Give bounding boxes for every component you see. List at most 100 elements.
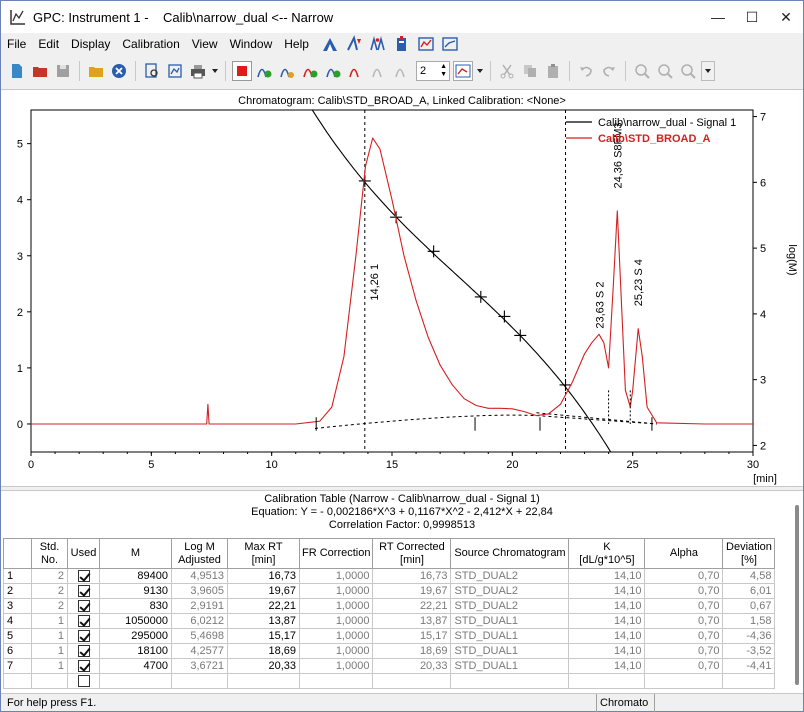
cell-k[interactable]: 14,10 [568, 568, 646, 584]
cell-rt[interactable]: 16,73 [227, 568, 300, 584]
cell-k[interactable]: 14,10 [568, 643, 646, 659]
peak-delete-icon[interactable] [324, 61, 344, 81]
cell-m[interactable]: 830 [99, 598, 172, 614]
peak-edit-icon[interactable] [278, 61, 298, 81]
used-cell[interactable] [67, 628, 100, 644]
cell-dev[interactable]: 4,58 [722, 568, 776, 584]
open-folder-icon[interactable] [30, 61, 50, 81]
used-checkbox[interactable] [77, 615, 90, 628]
narrow-calibration-icon[interactable] [345, 35, 363, 53]
cell-alpha[interactable]: 0,70 [644, 598, 724, 614]
table-row[interactable]: 7 1 4700 3,6721 20,33 1,0000 20,33 STD_DUAL1 14,… [3, 658, 776, 674]
used-checkbox[interactable] [77, 660, 90, 673]
cell-alpha[interactable]: 0,70 [644, 658, 724, 674]
cell-rtc[interactable]: 19,67 [372, 583, 452, 599]
cell-n[interactable]: 6 [3, 643, 32, 659]
peak-baseline-icon[interactable] [347, 61, 367, 81]
cell-fr[interactable]: 1,0000 [298, 628, 374, 644]
cell-m[interactable]: 1050000 [99, 613, 172, 629]
series-spinner[interactable]: 2 ▲ ▼ [416, 61, 450, 81]
cell-m[interactable]: 18100 [99, 643, 172, 659]
cell-std[interactable]: 1 [31, 658, 68, 674]
cell-rtc[interactable]: 15,17 [372, 628, 452, 644]
cell-dev[interactable]: 0,67 [722, 598, 776, 614]
cell-k[interactable]: 14,10 [568, 613, 646, 629]
used-cell[interactable] [67, 598, 100, 614]
table-row[interactable]: 6 1 18100 4,2577 18,69 1,0000 18,69 STD_DUAL1 14… [3, 643, 776, 659]
column-header[interactable]: Alpha [644, 538, 724, 569]
close-button[interactable]: ✕ [769, 1, 803, 33]
cell-rtc[interactable]: 13,87 [372, 613, 452, 629]
cell-logm[interactable]: 5,4698 [171, 628, 228, 644]
cell-dev[interactable]: -4,41 [722, 658, 776, 674]
cell-n[interactable]: 1 [3, 568, 32, 584]
cell-empty[interactable] [298, 673, 374, 689]
spinner-arrows-icon[interactable]: ▲ ▼ [440, 63, 447, 79]
used-cell[interactable] [67, 613, 100, 629]
cell-k[interactable]: 14,10 [568, 583, 646, 599]
cell-std[interactable]: 2 [31, 583, 68, 599]
column-header[interactable]: Deviation [%] [722, 538, 776, 569]
cell-logm[interactable]: 2,9191 [171, 598, 228, 614]
cell-k[interactable]: 14,10 [568, 628, 646, 644]
used-cell[interactable] [67, 643, 100, 659]
column-header[interactable]: RT Corrected [min] [372, 538, 452, 569]
cell-std[interactable]: 1 [31, 643, 68, 659]
chart-options-icon[interactable] [453, 61, 473, 81]
cell-n[interactable]: 2 [3, 583, 32, 599]
cell-logm[interactable]: 4,9513 [171, 568, 228, 584]
cell-fr[interactable]: 1,0000 [298, 568, 374, 584]
cell-std[interactable]: 1 [31, 628, 68, 644]
used-checkbox[interactable] [77, 585, 90, 598]
used-checkbox[interactable] [77, 630, 90, 643]
cell-src[interactable]: STD_DUAL1 [450, 658, 570, 674]
peak-integrate-icon[interactable] [301, 61, 321, 81]
cell-m[interactable]: 295000 [99, 628, 172, 644]
table-row[interactable]: 5 1 295000 5,4698 15,17 1,0000 15,17 STD_DUAL1 1… [3, 628, 776, 644]
close-file-icon[interactable] [109, 61, 129, 81]
cell-k[interactable]: 14,10 [568, 658, 646, 674]
cell-std[interactable]: 1 [31, 613, 68, 629]
cell-fr[interactable]: 1,0000 [298, 583, 374, 599]
column-header[interactable]: Source Chromatogram [450, 538, 570, 569]
cell-fr[interactable]: 1,0000 [298, 643, 374, 659]
cell-m[interactable]: 9130 [99, 583, 172, 599]
cell-rtc[interactable]: 18,69 [372, 643, 452, 659]
mark-houwink-icon[interactable] [417, 35, 435, 53]
used-checkbox[interactable] [77, 600, 90, 613]
column-header[interactable] [3, 538, 32, 569]
new-row[interactable] [3, 673, 776, 689]
maximize-button[interactable]: ☐ [735, 1, 769, 33]
save-icon[interactable] [53, 61, 73, 81]
chromatogram-chart[interactable]: Chromatogram: Calib\STD_BROAD_A, Linked … [1, 90, 803, 487]
cell-empty[interactable] [450, 673, 570, 689]
table-scrollbar[interactable] [793, 505, 801, 685]
menu-window[interactable]: Window [224, 33, 279, 55]
cell-rtc[interactable]: 22,21 [372, 598, 452, 614]
cell-empty[interactable] [171, 673, 228, 689]
cell-rtc[interactable]: 20,33 [372, 658, 452, 674]
cell-empty[interactable] [568, 673, 646, 689]
cell-logm[interactable]: 3,9605 [171, 583, 228, 599]
cell-rt[interactable]: 15,17 [227, 628, 300, 644]
menu-view[interactable]: View [186, 33, 224, 55]
calibration-icon[interactable] [321, 35, 339, 53]
cell-dev[interactable]: 6,01 [722, 583, 776, 599]
cell-empty[interactable] [227, 673, 300, 689]
used-cell[interactable] [67, 658, 100, 674]
cell-rt[interactable]: 20,33 [227, 658, 300, 674]
cell-n[interactable]: 4 [3, 613, 32, 629]
broad-calibration-icon[interactable] [369, 35, 387, 53]
column-header[interactable]: FR Correction [298, 538, 374, 569]
cell-src[interactable]: STD_DUAL1 [450, 643, 570, 659]
cell-src[interactable]: STD_DUAL2 [450, 568, 570, 584]
table-row[interactable]: 4 1 1050000 6,0212 13,87 1,0000 13,87 STD_DUAL1… [3, 613, 776, 629]
folder-icon[interactable] [86, 61, 106, 81]
cell-alpha[interactable]: 0,70 [644, 628, 724, 644]
column-header[interactable]: Max RT [min] [227, 538, 300, 569]
stop-icon[interactable] [232, 61, 252, 81]
menu-file[interactable]: File [1, 33, 32, 55]
minimize-button[interactable]: — [701, 1, 735, 33]
cell-empty[interactable] [3, 673, 32, 689]
cell-dev[interactable]: -3,52 [722, 643, 776, 659]
